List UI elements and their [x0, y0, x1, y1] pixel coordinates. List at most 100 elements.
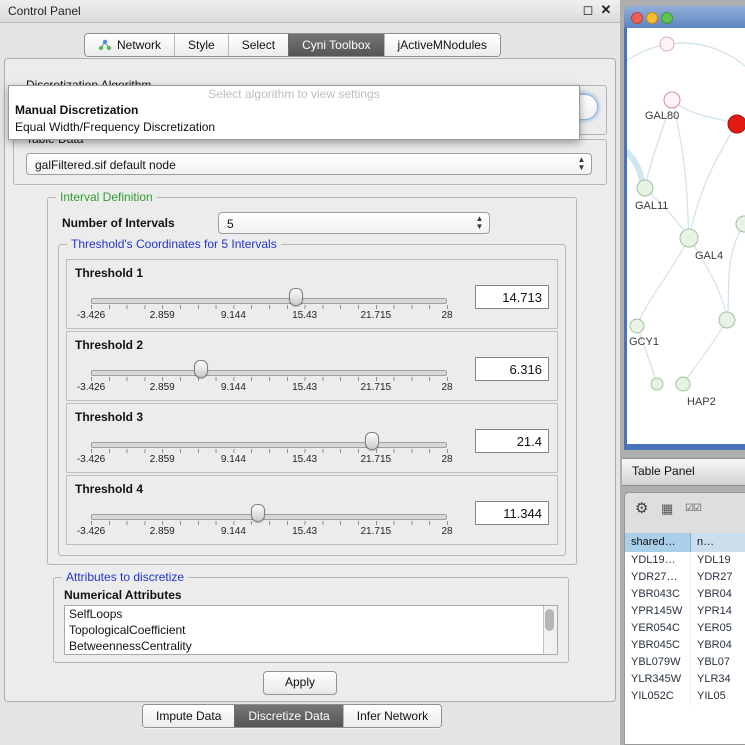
- threshold-4-slider[interactable]: -3.426 2.859 9.144 15.43 21.715 28: [91, 476, 447, 544]
- table-row[interactable]: YLR345W YLR34: [625, 671, 745, 688]
- cell[interactable]: YBR04: [691, 637, 745, 654]
- cell[interactable]: YIL05: [691, 688, 745, 705]
- group-title: Interval Definition: [56, 190, 157, 204]
- threshold-value-field[interactable]: 21.4: [475, 429, 549, 453]
- close-traffic-light-icon[interactable]: [631, 12, 643, 24]
- node-label[interactable]: GAL11: [635, 200, 668, 212]
- cell[interactable]: YLR34: [691, 671, 745, 688]
- slider-thumb[interactable]: [194, 360, 208, 378]
- slider-scale: -3.426 2.859 9.144 15.43 21.715 28: [91, 526, 447, 538]
- table-toolbar: ⚙ ▦ ☑☑: [625, 493, 745, 527]
- cell[interactable]: YER05: [691, 620, 745, 637]
- threshold-2-panel: Threshold 2 -3.426 2.859 9.144 15.43 21.…: [66, 331, 558, 401]
- slider-thumb[interactable]: [289, 288, 303, 306]
- cell[interactable]: YBL079W: [625, 654, 691, 671]
- threshold-2-slider[interactable]: -3.426 2.859 9.144 15.43 21.715 28: [91, 332, 447, 400]
- node-label[interactable]: HAP2: [687, 396, 716, 408]
- tab-discretize-data[interactable]: Discretize Data: [234, 705, 342, 727]
- column-layout-icon[interactable]: ▦: [661, 501, 673, 517]
- list-item[interactable]: BetweennessCentrality: [65, 638, 557, 654]
- threshold-value-field[interactable]: 14.713: [475, 285, 549, 309]
- cell[interactable]: YLR345W: [625, 671, 691, 688]
- node-label[interactable]: GAL4: [695, 250, 723, 262]
- scale-tick-label: 21.715: [361, 526, 392, 537]
- table-header-row: shared… n…: [625, 533, 745, 552]
- table-row[interactable]: YER054C YER05: [625, 620, 745, 637]
- number-of-intervals-combobox[interactable]: 5 ▲ ▼: [218, 212, 490, 234]
- network-canvas[interactable]: GAL80 GAL11 GAL4 GCY1 HAP2: [627, 28, 745, 444]
- menu-item-equal-width-frequency[interactable]: Equal Width/Frequency Discretization: [15, 120, 215, 134]
- minimize-traffic-light-icon[interactable]: [646, 12, 658, 24]
- threshold-value-field[interactable]: 11.344: [475, 501, 549, 525]
- threshold-value-field[interactable]: 6.316: [475, 357, 549, 381]
- cell[interactable]: YDL19…: [625, 552, 691, 569]
- tab-jactivemnodules[interactable]: jActiveMNodules: [384, 34, 500, 56]
- table-panel-header[interactable]: Table Panel: [622, 458, 745, 486]
- cell[interactable]: YDR27…: [625, 569, 691, 586]
- float-window-icon[interactable]: ◻: [580, 2, 596, 18]
- table-data-combobox[interactable]: galFiltered.sif default node ▲ ▼: [26, 153, 592, 175]
- cell[interactable]: YPR145W: [625, 603, 691, 620]
- algorithm-dropdown-popup: Select algorithm to view settings Manual…: [8, 85, 580, 140]
- slider-track[interactable]: [91, 370, 447, 376]
- cell[interactable]: YIL052C: [625, 688, 691, 705]
- threshold-1-slider[interactable]: -3.426 2.859 9.144 15.43 21.715 28: [91, 260, 447, 328]
- column-header-shared-name[interactable]: shared…: [625, 533, 691, 552]
- cell[interactable]: YPR14: [691, 603, 745, 620]
- slider-thumb[interactable]: [365, 432, 379, 450]
- select-columns-icon[interactable]: ☑☑: [685, 503, 701, 514]
- threshold-3-panel: Threshold 3 -3.426 2.859 9.144 15.43 21.…: [66, 403, 558, 473]
- list-item[interactable]: TopologicalCoefficient: [65, 622, 557, 638]
- network-window-titlebar[interactable]: [624, 6, 745, 28]
- tab-label: jActiveMNodules: [398, 34, 487, 56]
- menu-item-manual-discretization[interactable]: Manual Discretization: [15, 103, 138, 117]
- network-graph: [627, 28, 745, 444]
- tab-impute-data[interactable]: Impute Data: [143, 705, 234, 727]
- cell[interactable]: YBL07: [691, 654, 745, 671]
- table-row[interactable]: YPR145W YPR14: [625, 603, 745, 620]
- list-item[interactable]: SelfLoops: [65, 606, 557, 622]
- number-of-intervals-label: Number of Intervals: [62, 216, 175, 230]
- scale-tick-label: 9.144: [221, 454, 246, 465]
- scale-tick-label: 21.715: [361, 310, 392, 321]
- slider-thumb[interactable]: [251, 504, 265, 522]
- scale-tick-label: -3.426: [77, 382, 105, 393]
- close-window-icon[interactable]: ✕: [598, 2, 614, 18]
- zoom-traffic-light-icon[interactable]: [661, 12, 673, 24]
- cell[interactable]: YDR27: [691, 569, 745, 586]
- slider-track[interactable]: [91, 442, 447, 448]
- tab-style[interactable]: Style: [174, 34, 228, 56]
- table-row[interactable]: YBL079W YBL07: [625, 654, 745, 671]
- slider-track[interactable]: [91, 514, 447, 520]
- list-scrollbar[interactable]: [543, 606, 557, 654]
- cell[interactable]: YBR04: [691, 586, 745, 603]
- threshold-3-slider[interactable]: -3.426 2.859 9.144 15.43 21.715 28: [91, 404, 447, 472]
- table-row[interactable]: YBR045C YBR04: [625, 637, 745, 654]
- gear-icon[interactable]: ⚙: [635, 499, 648, 517]
- table-row[interactable]: YIL052C YIL05: [625, 688, 745, 705]
- tab-select[interactable]: Select: [228, 34, 288, 56]
- slider-track[interactable]: [91, 298, 447, 304]
- tab-infer-network[interactable]: Infer Network: [343, 705, 441, 727]
- slider-ticks: [91, 377, 448, 381]
- cell[interactable]: YBR043C: [625, 586, 691, 603]
- slider-ticks: [91, 305, 448, 309]
- cell[interactable]: YBR045C: [625, 637, 691, 654]
- table-row[interactable]: YDL19… YDL19: [625, 552, 745, 569]
- scale-tick-label: 15.43: [292, 526, 317, 537]
- apply-button[interactable]: Apply: [263, 671, 337, 695]
- network-tab-icon: [98, 39, 112, 51]
- tab-label: Discretize Data: [248, 705, 329, 727]
- table-row[interactable]: YBR043C YBR04: [625, 586, 745, 603]
- cell[interactable]: YER054C: [625, 620, 691, 637]
- tab-network[interactable]: Network: [85, 34, 174, 56]
- attributes-list[interactable]: SelfLoops TopologicalCoefficient Between…: [64, 605, 558, 655]
- scrollbar-thumb[interactable]: [545, 609, 554, 631]
- node-label[interactable]: GCY1: [629, 336, 659, 348]
- column-header-name[interactable]: n…: [691, 533, 745, 552]
- scale-tick-label: -3.426: [77, 454, 105, 465]
- tab-cyni-toolbox[interactable]: Cyni Toolbox: [288, 34, 383, 56]
- cell[interactable]: YDL19: [691, 552, 745, 569]
- table-row[interactable]: YDR27… YDR27: [625, 569, 745, 586]
- node-label[interactable]: GAL80: [645, 110, 679, 122]
